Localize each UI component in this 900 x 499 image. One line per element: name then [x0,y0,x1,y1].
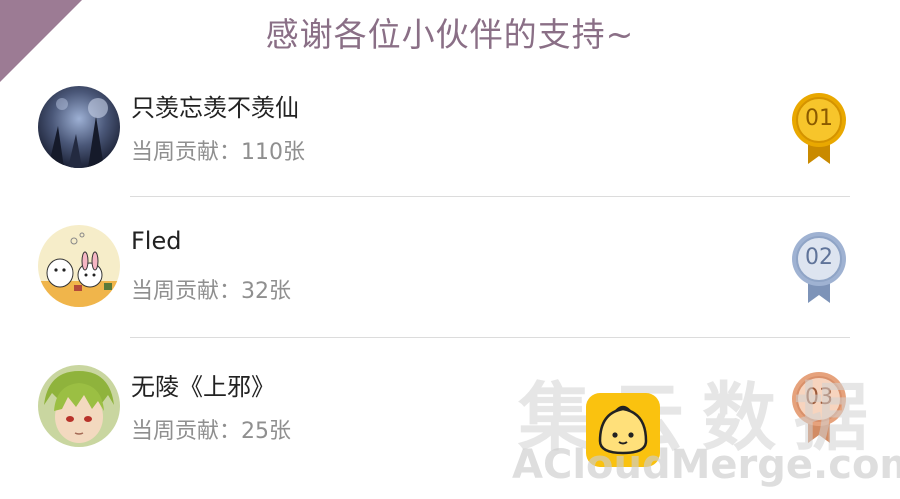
dark-forest-avatar-icon [38,86,120,168]
supporter-name: 无陵《上邪》 [131,373,275,401]
supporter-row[interactable]: Fled 当周贡献：32张 02 [0,197,900,337]
supporter-contribution: 当周贡献：32张 [131,279,291,304]
supporter-name: Fled [131,227,182,255]
rank-number: 02 [805,245,833,270]
supporter-contribution: 当周贡献：110张 [131,140,305,165]
watermark-latin: ACloudMerge.com [512,442,900,488]
rank-medal-gold: 01 [790,92,852,166]
supporter-name: 只羡忘羡不羡仙 [131,94,299,122]
green-hair-anime-avatar-icon [38,365,120,447]
avatar[interactable] [38,365,120,447]
supporter-row[interactable]: 只羡忘羡不羡仙 当周贡献：110张 01 [0,58,900,198]
cartoon-characters-avatar-icon [38,225,120,307]
avatar[interactable] [38,225,120,307]
supporter-contribution: 当周贡献：25张 [131,419,291,444]
supporters-page: 感谢各位小伙伴的支持~ 只羡忘羡不羡仙 当周贡献：110张 01 Fled 当周… [0,0,900,499]
page-title: 感谢各位小伙伴的支持~ [265,15,635,54]
avatar[interactable] [38,86,120,168]
rank-number: 01 [805,106,833,131]
rank-medal-silver: 02 [790,231,852,305]
